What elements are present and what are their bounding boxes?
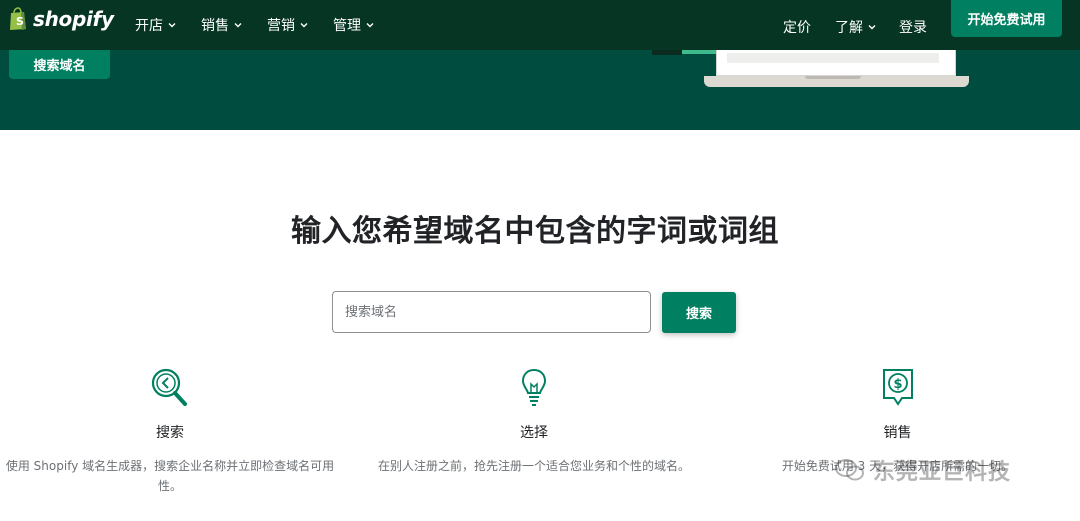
feature-title: 销售 (883, 425, 912, 441)
laptop-illustration-edge (652, 50, 682, 55)
laptop-screen-content (727, 53, 939, 63)
wechat-icon (835, 459, 864, 481)
laptop-illustration-screen (716, 50, 956, 76)
chevron-down-icon (168, 23, 176, 28)
feature-title: 选择 (520, 425, 548, 441)
feature-description: 在别人注册之前，抢先注册一个适合您业务和个性的域名。 (377, 459, 690, 473)
nav-item-market[interactable]: 营销 (267, 15, 309, 35)
hero-banner: 搜索域名 (0, 50, 1080, 130)
laptop-illustration-notch (805, 76, 861, 79)
lightbulb-icon (521, 368, 547, 406)
laptop-illustration-accent (682, 50, 717, 54)
nav-item-pricing[interactable]: 定价 (783, 17, 811, 37)
feature-choose: 选择 在别人注册之前，抢先注册一个适合您业务和个性的域名。 (360, 366, 708, 476)
magnifier-icon (151, 368, 187, 406)
chevron-down-icon (868, 25, 876, 30)
dollar-sign-icon: $ (882, 369, 913, 406)
nav-item-sell[interactable]: 销售 (201, 15, 243, 35)
feature-search: 搜索 使用 Shopify 域名生成器，搜索企业名称并立即检查域名可用性。 (0, 366, 340, 496)
nav-item-login[interactable]: 登录 (899, 17, 927, 37)
shopping-bag-icon: S (10, 7, 26, 30)
shopify-logo[interactable]: S shopify (8, 7, 114, 31)
svg-text:$: $ (893, 377, 902, 392)
search-domain-hero-button[interactable]: 搜索域名 (9, 50, 110, 79)
nav-item-start[interactable]: 开店 (135, 15, 177, 35)
feature-description: 使用 Shopify 域名生成器，搜索企业名称并立即检查域名可用性。 (5, 459, 335, 493)
chevron-down-icon (234, 23, 242, 28)
nav-item-manage[interactable]: 管理 (333, 15, 375, 35)
chevron-down-icon (300, 23, 308, 28)
top-nav: S shopify 开店 销售 营销 管理 定价 了解 登录 开始免费试用 (0, 0, 1080, 50)
watermark-text: 东莞亚巨科技 (873, 460, 1012, 485)
brand-name: shopify (33, 7, 114, 31)
search-button[interactable]: 搜索 (662, 292, 736, 333)
svg-text:S: S (16, 15, 24, 28)
feature-title: 搜索 (156, 425, 184, 441)
domain-search-input[interactable] (332, 291, 651, 333)
nav-item-learn[interactable]: 了解 (835, 17, 877, 37)
nav-main-menu: 开店 销售 营销 管理 (135, 0, 399, 50)
page-title: 输入您希望域名中包含的字词或词组 (291, 214, 779, 249)
start-free-trial-button[interactable]: 开始免费试用 (951, 0, 1062, 37)
wechat-watermark: 东莞亚巨科技 (835, 454, 1011, 486)
chevron-down-icon (366, 23, 374, 28)
